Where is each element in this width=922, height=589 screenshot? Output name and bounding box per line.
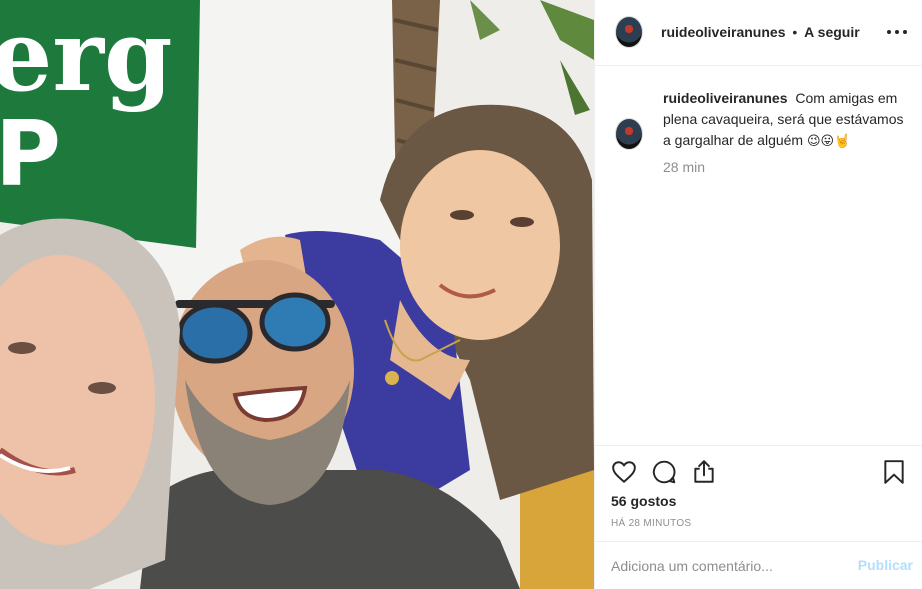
share-icon[interactable]: [691, 459, 717, 485]
header-avatar[interactable]: [615, 16, 643, 48]
photo-illustration: erg P: [0, 0, 594, 589]
post-header: ruideoliveiranunes • A seguir: [595, 0, 922, 66]
sign-letter: P: [0, 102, 61, 207]
header-username[interactable]: ruideoliveiranunes: [661, 24, 785, 40]
comment-input[interactable]: [611, 554, 851, 578]
follow-button[interactable]: A seguir: [804, 24, 860, 40]
comment-icon[interactable]: [651, 459, 677, 485]
caption-username[interactable]: ruideoliveiranunes: [663, 90, 787, 106]
caption-body: ruideoliveiranunes Com amigas em plena c…: [663, 88, 913, 152]
likes-count[interactable]: 56 gostos: [611, 493, 676, 509]
caption-emojis: 😉😛🤘: [807, 134, 851, 149]
post-timestamp[interactable]: HÁ 28 MINUTOS: [611, 518, 691, 529]
header-separator: •: [792, 24, 798, 40]
post-actions: 56 gostos HÁ 28 MINUTOS: [595, 445, 922, 541]
bookmark-icon[interactable]: [881, 459, 907, 485]
publish-button[interactable]: Publicar: [858, 557, 913, 573]
post-side-panel: ruideoliveiranunes • A seguir ruideolive…: [594, 0, 922, 589]
sign-text: erg: [0, 0, 173, 114]
header-text: ruideoliveiranunes • A seguir: [661, 24, 860, 40]
more-horizontal-icon[interactable]: [887, 22, 907, 42]
caption-avatar[interactable]: [615, 118, 643, 150]
post-photo[interactable]: erg P: [0, 0, 594, 589]
heart-icon[interactable]: [611, 459, 637, 485]
carlsberg-sign: erg P: [0, 0, 200, 248]
comment-bar: Publicar: [595, 541, 922, 589]
caption-time[interactable]: 28 min: [663, 159, 705, 175]
